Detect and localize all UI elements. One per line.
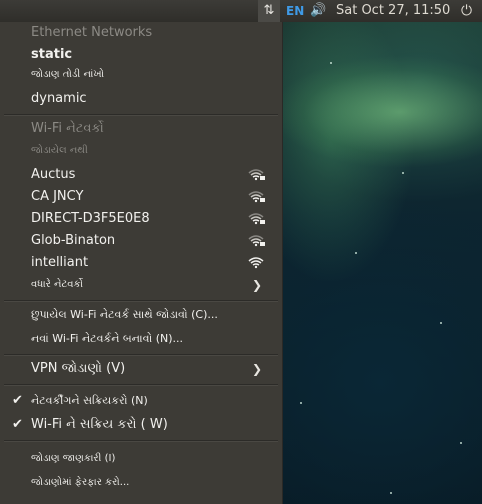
chevron-right-icon: ❯ xyxy=(251,362,262,376)
ethernet-dynamic[interactable]: dynamic xyxy=(31,88,272,110)
star xyxy=(355,252,357,254)
more-networks-item[interactable]: વધારે નેટવર્કો ❯ xyxy=(31,274,272,296)
star xyxy=(300,402,302,404)
more-networks-label: વધારે નેટવર્કો xyxy=(31,279,83,290)
star xyxy=(390,492,392,494)
enable-networking-item[interactable]: નેટવર્કીંગને સક્રિયકરો (N) xyxy=(31,390,272,412)
wifi-locked-icon xyxy=(248,235,265,247)
wifi-status: જોડાયેલ નથી xyxy=(31,145,88,156)
separator xyxy=(4,114,278,116)
wifi-network-item[interactable]: Auctus xyxy=(31,164,272,186)
network-indicator-icon[interactable]: ⇅ xyxy=(258,0,280,22)
network-name: Glob-Binaton xyxy=(31,233,116,248)
vpn-label: VPN જોડાણો (V) xyxy=(31,361,126,376)
vpn-connections-item[interactable]: VPN જોડાણો (V) ❯ xyxy=(31,358,272,380)
star xyxy=(440,322,442,324)
wifi-network-item[interactable]: CA JNCY xyxy=(31,186,272,208)
network-name: CA JNCY xyxy=(31,189,84,204)
star xyxy=(330,62,332,64)
wifi-network-item[interactable]: Glob-Binaton xyxy=(31,230,272,252)
separator xyxy=(4,384,278,386)
star xyxy=(402,172,404,174)
connection-info-item[interactable]: જોડાણ જાણકારી (I) xyxy=(31,448,272,470)
wifi-locked-icon xyxy=(248,213,265,225)
wifi-network-item[interactable]: DIRECT-D3F5E0E8 xyxy=(31,208,272,230)
wifi-full-icon xyxy=(248,257,264,269)
wifi-network-item[interactable]: intelliant xyxy=(31,252,272,274)
disconnect-item[interactable]: જોડાણ તોડી નાંખો xyxy=(31,64,272,86)
network-menu: Ethernet Networks static જોડાણ તોડી નાંખ… xyxy=(0,22,283,504)
chevron-right-icon: ❯ xyxy=(251,278,262,292)
checkmark-icon: ✔ xyxy=(12,393,23,408)
separator xyxy=(4,354,278,356)
ethernet-static[interactable]: static xyxy=(31,44,272,66)
create-new-network-item[interactable]: નવાં Wi-Fi નેટવર્કને બનાવો (N)... xyxy=(31,328,272,350)
star xyxy=(460,442,462,444)
power-icon[interactable]: ⏻ xyxy=(461,0,472,22)
wifi-header: Wi-Fi નેટવર્કો xyxy=(31,121,104,136)
checkmark-icon: ✔ xyxy=(12,417,23,432)
keyboard-layout-indicator[interactable]: EN xyxy=(286,0,304,22)
network-name: intelliant xyxy=(31,255,89,270)
connect-hidden-network-item[interactable]: છુપાયેલ Wi-Fi નેટવર્ક સાથે જોડાવો (C)... xyxy=(31,304,272,326)
network-name: DIRECT-D3F5E0E8 xyxy=(31,211,150,226)
ethernet-header: Ethernet Networks xyxy=(31,25,153,40)
separator xyxy=(4,300,278,302)
network-name: Auctus xyxy=(31,167,76,182)
separator xyxy=(4,440,278,442)
wifi-locked-icon xyxy=(248,169,265,181)
top-panel: ⇅ EN 🔊 Sat Oct 27, 11:50 ⏻ xyxy=(0,0,482,22)
volume-icon[interactable]: 🔊 xyxy=(310,0,326,22)
edit-connections-item[interactable]: જોડાણોમાં ફેરફાર કરો... xyxy=(31,472,272,494)
wifi-locked-icon xyxy=(248,191,265,203)
clock[interactable]: Sat Oct 27, 11:50 xyxy=(336,0,450,22)
enable-wifi-item[interactable]: Wi-Fi ને સક્રિય કરો ( W) xyxy=(31,414,272,436)
